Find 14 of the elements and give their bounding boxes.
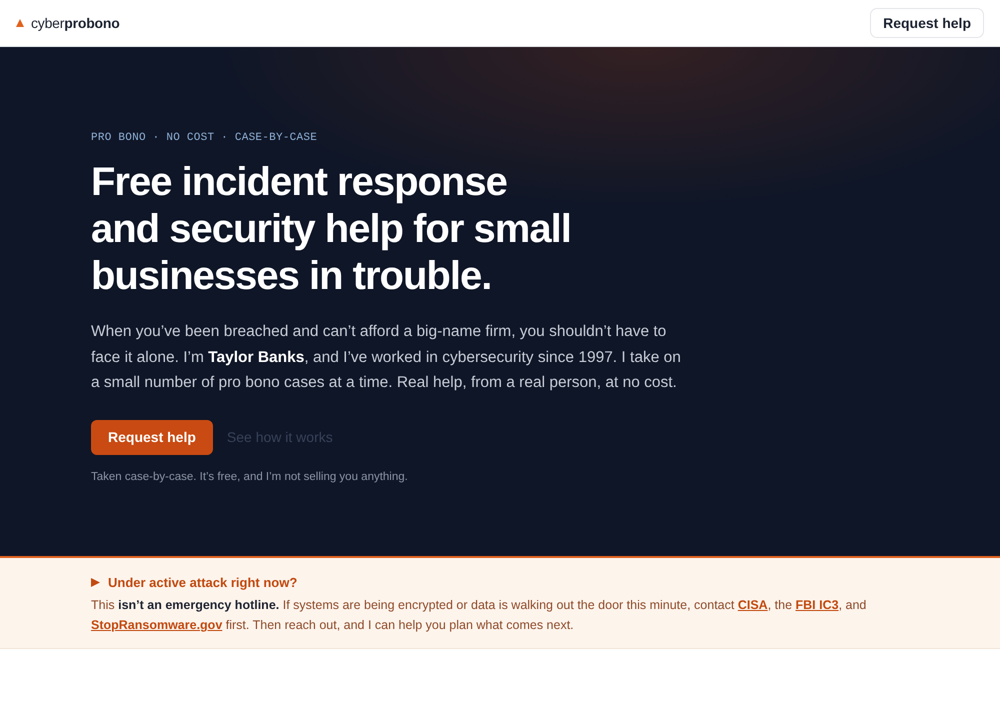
eyebrow-text: PRO BONO · NO COST · CASE-BY-CASE <box>91 131 318 146</box>
hero-heading: Free incident response and security help for small businesses in trouble. <box>91 159 572 300</box>
link[interactable]: FBI IC3 <box>796 598 839 612</box>
request-help-button[interactable]: Request help <box>870 8 984 38</box>
triangle-icon <box>16 19 24 27</box>
alert-paragraph: This isn’t an emergency hotline. If systems are being encrypted or data is walking out the door this minute, contact CISA, the FBI IC3, and StopRansomware.gov first. Then reach out, and I can help you plan what comes next. <box>91 597 868 634</box>
note-text: Taken case-by-case. It’s free, and I’m not selling you anything. <box>91 470 408 484</box>
link[interactable]: StopRansomware.gov <box>91 618 222 632</box>
right-triangle-icon <box>91 578 100 586</box>
alert-title: Under active attack right now? <box>108 574 298 590</box>
logo-wordmark[interactable]: cyberprobono <box>31 15 120 31</box>
link[interactable]: CISA <box>738 598 768 612</box>
request-help-button[interactable]: Request help <box>91 420 213 454</box>
intro-paragraph: When you’ve been breached and can’t afford a big-name firm, you shouldn’t have to face it alone. I’m Taylor Banks, and I’ve worked in cybersecurity since 1997. I take on a small number of pro bono cases at a time. Real help, from a real person, at no cost. <box>91 322 682 393</box>
